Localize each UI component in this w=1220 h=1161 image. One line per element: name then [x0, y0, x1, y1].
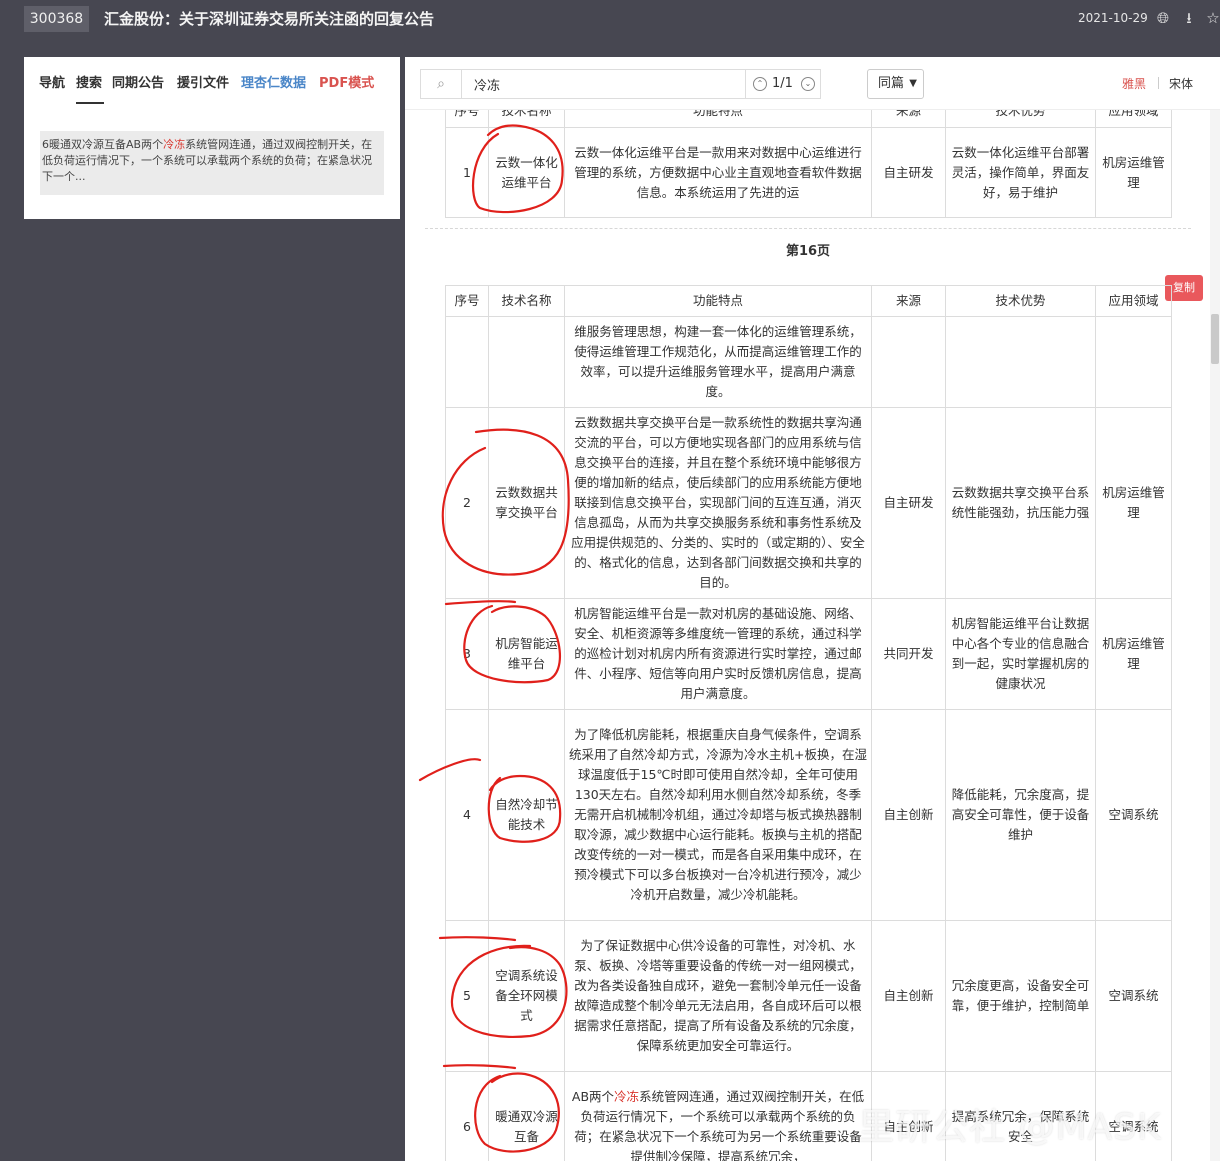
tech-advantage: [945, 316, 1096, 408]
table-row: 维服务管理思想，构建一套一体化的运维管理系统，使得运维管理工作规范化，从而提高运…: [445, 316, 1172, 408]
page-divider: [425, 228, 1191, 229]
left-panel: 导航 搜索 同期公告 援引文件 理杏仁数据 PDF模式 6暖通双冷源互备AB两个…: [24, 57, 400, 219]
tab-navigation[interactable]: 导航: [39, 72, 65, 91]
search-input[interactable]: [462, 69, 746, 99]
search-result-item[interactable]: 6暖通双冷源互备AB两个冷冻系统管网连通，通过双阀控制开关，在低负荷运行情况下，…: [40, 131, 384, 195]
tech-name: [488, 316, 565, 408]
tech-features: 云数数据共享交换平台是一款系统性的数据共享沟通交流的平台，可以方便地实现各部门的…: [564, 407, 872, 599]
caret-down-icon: ▼: [909, 78, 917, 89]
tech-source: [871, 316, 946, 408]
tech-features: 云数一体化运维平台是一款用来对数据中心运维进行管理的系统，方便数据中心业主直观地…: [564, 127, 872, 218]
tab-same-period[interactable]: 同期公告: [112, 72, 164, 91]
header-cell: 序号: [445, 285, 489, 317]
header-cell: 技术名称: [488, 285, 565, 317]
tech-name: 自然冷却节能技术: [488, 709, 565, 921]
result-highlight: 冷冻: [163, 138, 186, 151]
search-toolbar: ⌕ ⌃ 1/1 ⌄ 同篇 ▼ 雅黑 宋体: [405, 57, 1220, 110]
font-separator: [1158, 77, 1159, 89]
table-row: 2 云数数据共享交换平台 云数数据共享交换平台是一款系统性的数据共享沟通交流的平…: [445, 407, 1172, 599]
tech-advantage: 云数数据共享交换平台系统性能强劲，抗压能力强: [945, 407, 1096, 599]
match-navigator: ⌃ 1/1 ⌄: [746, 69, 821, 99]
tech-source: 共同开发: [871, 598, 946, 710]
tech-features: 为了降低机房能耗，根据重庆自身气候条件，空调系统采用了自然冷却方式，冷源为冷水主…: [564, 709, 872, 921]
tech-source: 自主研发: [871, 127, 946, 218]
download-icon[interactable]: ⭳: [1180, 9, 1198, 27]
tech-advantage: 机房智能运维平台让数据中心各个专业的信息融合到一起，实时掌握机房的健康状况: [945, 598, 1096, 710]
row-number: [445, 316, 489, 408]
row-number: 5: [445, 920, 489, 1072]
application-field: 空调系统: [1095, 709, 1172, 921]
tab-cited-files[interactable]: 援引文件: [177, 72, 229, 91]
active-tab-indicator: [76, 102, 104, 104]
tech-advantage: 云数一体化运维平台部署灵活，操作简单，界面友好，易于维护: [945, 127, 1096, 218]
font-switcher: 雅黑 宋体: [1112, 68, 1207, 98]
result-text: 6暖通双冷源互备AB两个: [42, 138, 164, 151]
tech-name: 云数数据共享交换平台: [488, 407, 565, 599]
tech-source: 自主创新: [871, 920, 946, 1072]
tab-search[interactable]: 搜索: [76, 72, 102, 91]
stock-code: 300368: [24, 6, 89, 32]
application-field: 空调系统: [1095, 920, 1172, 1072]
row-number: 4: [445, 709, 489, 921]
table-row: 1 云数一体化运维平台 云数一体化运维平台是一款用来对数据中心运维进行管理的系统…: [445, 127, 1172, 218]
scope-value: 同篇: [878, 76, 905, 91]
row-number: 3: [445, 598, 489, 710]
font-option-songti[interactable]: 宋体: [1169, 75, 1193, 92]
tech-features: 维服务管理思想，构建一套一体化的运维管理系统，使得运维管理工作规范化，从而提高运…: [564, 316, 872, 408]
chevron-up-icon[interactable]: ⌃: [753, 77, 767, 91]
document-viewer: ⌕ ⌃ 1/1 ⌄ 同篇 ▼ 雅黑 宋体 序号 技术名称 功能特点 来源 技术优势…: [405, 57, 1220, 1161]
tech-advantage: 冗余度更高，设备安全可靠，便于维护，控制简单: [945, 920, 1096, 1072]
table-previous-page: 序号 技术名称 功能特点 来源 技术优势 应用领域 1 云数一体化运维平台 云数…: [445, 93, 1172, 218]
tech-source: 自主研发: [871, 407, 946, 599]
tech-features: 机房智能运维平台是一款对机房的基础设施、网络、安全、机柜资源等多维度统一管理的系…: [564, 598, 872, 710]
tech-name: 空调系统设备全环网模式: [488, 920, 565, 1072]
application-field: 机房运维管理: [1095, 407, 1172, 599]
font-option-yahei[interactable]: 雅黑: [1122, 75, 1146, 92]
top-bar: 300368 汇金股份：关于深圳证券交易所关注函的回复公告 2021-10-29…: [0, 0, 1220, 47]
scrollbar-thumb[interactable]: [1211, 314, 1219, 364]
table-row: 3 机房智能运维平台 机房智能运维平台是一款对机房的基础设施、网络、安全、机柜资…: [445, 598, 1172, 710]
tech-source: 自主创新: [871, 709, 946, 921]
tab-lixinger-data[interactable]: 理杏仁数据: [241, 72, 306, 91]
tech-name: 暖通双冷源互备: [488, 1071, 565, 1161]
tech-features: 为了保证数据中心供冷设备的可靠性，对冷机、水泵、板换、冷塔等重要设备的传统一对一…: [564, 920, 872, 1072]
search-icon[interactable]: ⌕: [420, 69, 462, 99]
header-cell: 功能特点: [564, 285, 872, 317]
scrollbar-track[interactable]: [1210, 110, 1220, 1161]
globe-icon[interactable]: 🌐︎: [1154, 9, 1172, 27]
star-icon[interactable]: ☆: [1204, 9, 1220, 27]
tab-pdf-mode[interactable]: PDF模式: [319, 72, 374, 91]
header-cell: 来源: [871, 285, 946, 317]
table-header-row: 序号 技术名称 功能特点 来源 技术优势 应用领域: [445, 285, 1172, 317]
tech-advantage: 降低能耗，冗余度高，提高安全可靠性，便于设备维护: [945, 709, 1096, 921]
chevron-down-icon[interactable]: ⌄: [801, 77, 815, 91]
watermark: 里研公社 @MASK: [858, 1107, 1162, 1148]
row-number: 2: [445, 407, 489, 599]
document-date: 2021-10-29: [1078, 11, 1148, 25]
document-title: 汇金股份：关于深圳证券交易所关注函的回复公告: [104, 10, 435, 28]
row-number: 1: [445, 127, 489, 218]
technology-table: 序号 技术名称 功能特点 来源 技术优势 应用领域 维服务管理思想，构建一套一体…: [445, 285, 1172, 1161]
application-field: [1095, 316, 1172, 408]
page-number-label: 第16页: [785, 244, 831, 259]
application-field: 机房运维管理: [1095, 127, 1172, 218]
header-cell: 应用领域: [1095, 285, 1172, 317]
application-field: 机房运维管理: [1095, 598, 1172, 710]
row-number: 6: [445, 1071, 489, 1161]
match-count: 1/1: [772, 76, 793, 91]
tech-features: AB两个冷冻系统管网连通，通过双阀控制开关，在低负荷运行情况下，一个系统可以承载…: [564, 1071, 872, 1161]
table-row: 4 自然冷却节能技术 为了降低机房能耗，根据重庆自身气候条件，空调系统采用了自然…: [445, 709, 1172, 921]
tech-name: 机房智能运维平台: [488, 598, 565, 710]
header-cell: 技术优势: [945, 285, 1096, 317]
search-highlight: 冷冻: [614, 1088, 640, 1104]
tech-name: 云数一体化运维平台: [488, 127, 565, 218]
desc-text: AB两个: [571, 1088, 615, 1104]
table-row: 5 空调系统设备全环网模式 为了保证数据中心供冷设备的可靠性，对冷机、水泵、板换…: [445, 920, 1172, 1072]
scope-select[interactable]: 同篇 ▼: [867, 69, 924, 99]
